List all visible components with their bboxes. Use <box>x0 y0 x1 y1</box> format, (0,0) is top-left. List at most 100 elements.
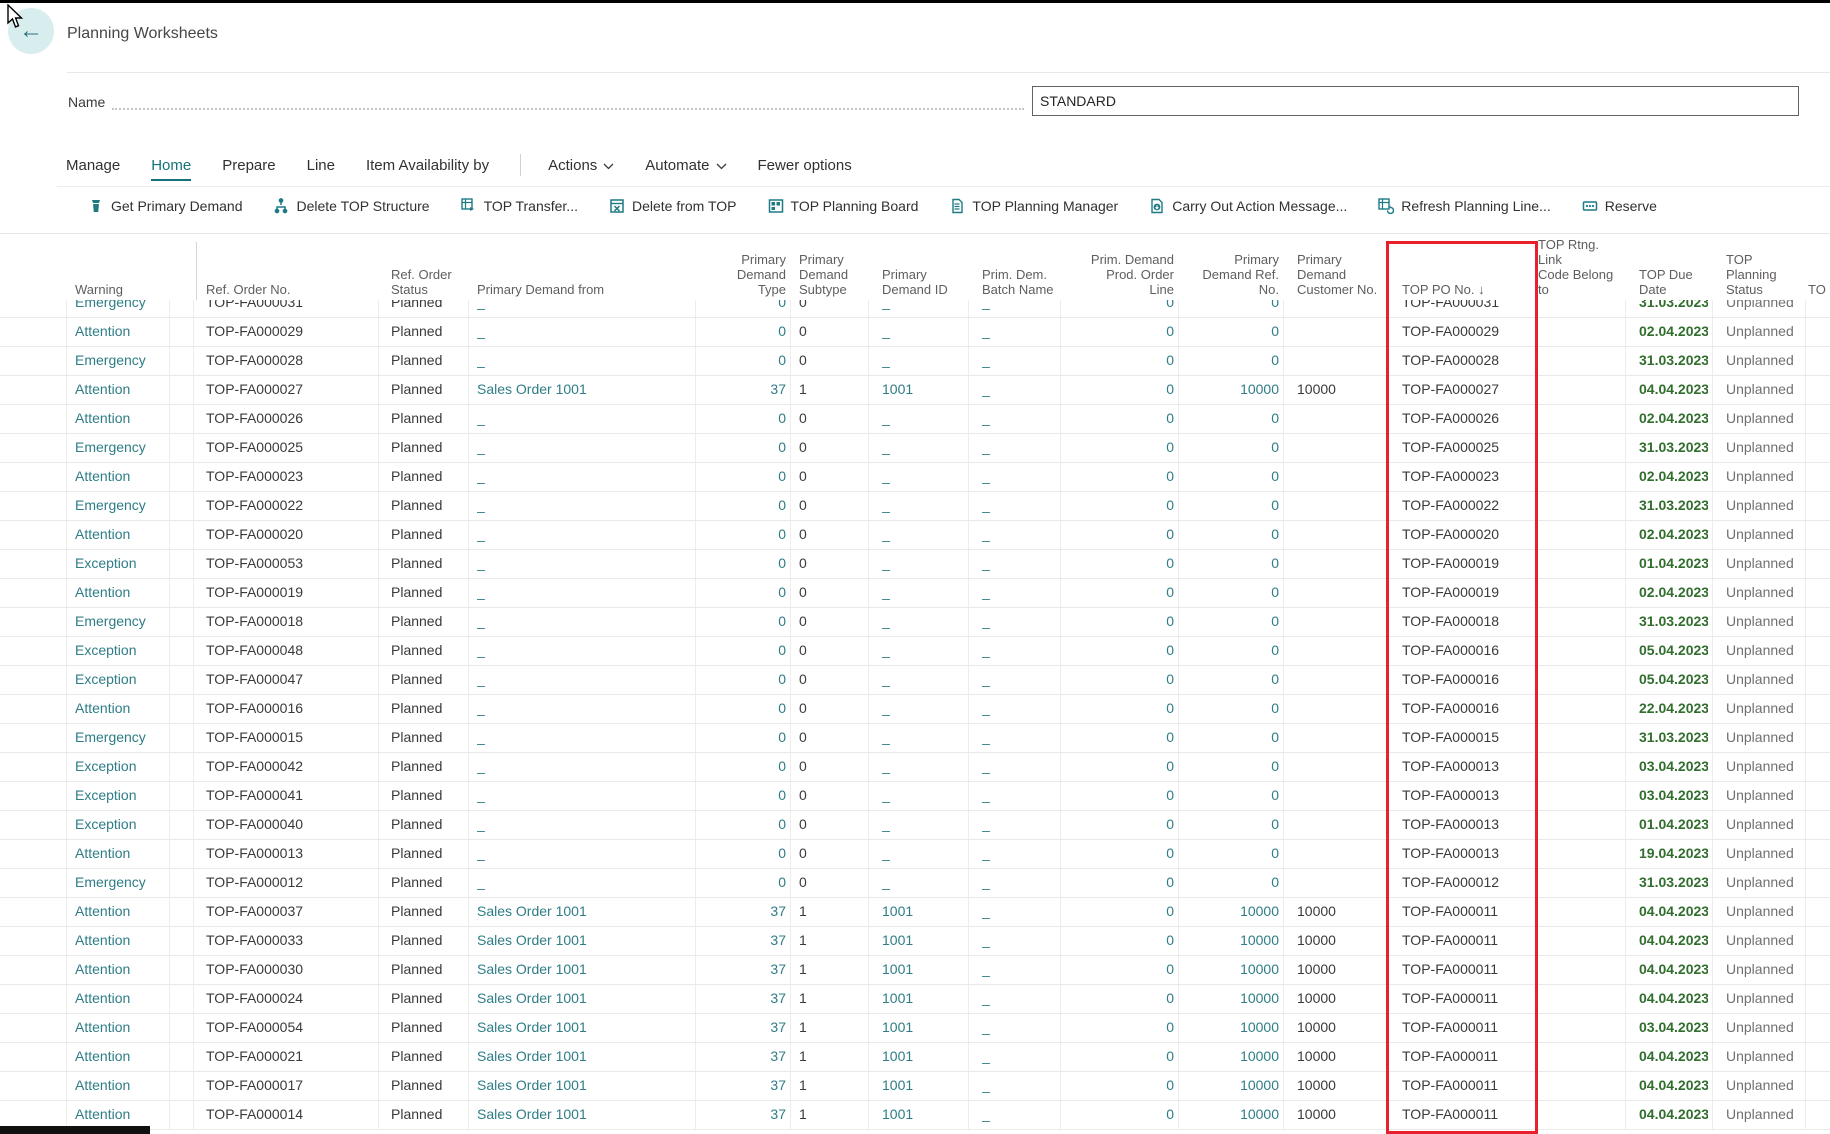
cell-top-po-no[interactable]: TOP-FA000015 <box>1402 724 1531 751</box>
cell-primary-demand-customer-no[interactable]: 10000 <box>1297 898 1384 925</box>
cell-primary-demand-id[interactable]: _ <box>882 521 964 548</box>
cell-prim-demand-prod-order-line[interactable]: 0 <box>1072 840 1174 867</box>
cell-ref-order-no[interactable]: TOP-FA000025 <box>206 434 374 461</box>
cell-top-planning-status[interactable]: Unplanned <box>1726 300 1801 316</box>
cell-top-planning-status[interactable]: Unplanned <box>1726 927 1801 954</box>
table-row[interactable]: ExceptionTOP-FA000041Planned_00__00TOP-F… <box>0 782 1830 811</box>
cell-top-po-no[interactable]: TOP-FA000020 <box>1402 521 1531 548</box>
cell-prim-demand-prod-order-line[interactable]: 0 <box>1072 637 1174 664</box>
cell-warning[interactable]: Exception <box>75 811 165 838</box>
cell-prim-dem-batch-name[interactable]: _ <box>982 1130 1056 1134</box>
cell-ref-order-no[interactable]: TOP-FA000013 <box>206 840 374 867</box>
column-header-top-due-date[interactable]: TOP Due Date <box>1639 267 1708 297</box>
cell-primary-demand-from[interactable]: Sales Order 1001 <box>477 1043 691 1070</box>
cell-primary-demand-ref-no[interactable]: 10000 <box>1190 1101 1279 1128</box>
column-header-primary-demand-subtype[interactable]: Primary Demand Subtype <box>799 252 864 297</box>
cell-ref-order-no[interactable]: TOP-FA000041 <box>206 782 374 809</box>
cell-warning[interactable]: Emergency <box>75 492 165 519</box>
cell-top-po-no[interactable]: TOP-FA000011 <box>1402 985 1531 1012</box>
name-input[interactable] <box>1032 86 1799 116</box>
cell-primary-demand-customer-no[interactable]: 10000 <box>1297 927 1384 954</box>
cell-prim-dem-batch-name[interactable]: _ <box>982 405 1056 432</box>
cell-top-po-no[interactable]: TOP-FA000031 <box>1402 300 1531 316</box>
cell-prim-demand-prod-order-line[interactable]: 0 <box>1072 1043 1174 1070</box>
menu-tab-item-availability-by[interactable]: Item Availability by <box>366 157 489 174</box>
cell-primary-demand-customer-no[interactable]: 10000 <box>1297 1014 1384 1041</box>
cell-top-po-no[interactable]: TOP-FA000013 <box>1402 782 1531 809</box>
cell-prim-demand-prod-order-line[interactable]: 0 <box>1072 666 1174 693</box>
cell-primary-demand-customer-no[interactable]: 10000 <box>1297 985 1384 1012</box>
cell-primary-demand-from[interactable]: Sales Order 1001 <box>477 927 691 954</box>
cell-ref-order-status[interactable]: Planned <box>391 840 464 867</box>
cell-primary-demand-type[interactable]: 0 <box>707 434 786 461</box>
table-row[interactable]: AttentionTOP-FA000013Planned_00__00TOP-F… <box>0 840 1830 869</box>
cell-top-due-date[interactable]: 02.04.2023 <box>1639 405 1708 432</box>
cell-primary-demand-subtype[interactable]: 1 <box>799 985 864 1012</box>
cell-primary-demand-type[interactable]: 0 <box>707 840 786 867</box>
cell-primary-demand-ref-no[interactable]: 0 <box>1190 347 1279 374</box>
cell-warning[interactable]: Attention <box>75 956 165 983</box>
cell-primary-demand-subtype[interactable]: 0 <box>799 550 864 577</box>
cell-warning[interactable]: Emergency <box>75 869 165 896</box>
cell-top-planning-status[interactable]: Unplanned <box>1726 376 1801 403</box>
cell-warning[interactable]: Exception <box>75 637 165 664</box>
cell-ref-order-status[interactable]: Planned <box>391 1043 464 1070</box>
cell-ref-order-no[interactable]: TOP-FA000024 <box>206 985 374 1012</box>
cell-warning[interactable]: Attention <box>75 521 165 548</box>
cell-primary-demand-subtype[interactable]: 1 <box>799 1101 864 1128</box>
cell-primary-demand-ref-no[interactable]: 0 <box>1190 300 1279 316</box>
cell-top-planning-status[interactable]: Unplanned <box>1726 724 1801 751</box>
cell-primary-demand-from[interactable]: Sales Order 1001 <box>477 376 691 403</box>
cell-top-planning-status[interactable]: Unplanned <box>1726 985 1801 1012</box>
cell-prim-dem-batch-name[interactable]: _ <box>982 521 1056 548</box>
cell-top-planning-status[interactable]: Unplanned <box>1726 753 1801 780</box>
cell-primary-demand-customer-no[interactable]: 10000 <box>1297 1072 1384 1099</box>
cell-primary-demand-from[interactable]: _ <box>477 869 691 896</box>
cell-ref-order-no[interactable]: TOP-FA000014 <box>206 1101 374 1128</box>
cell-top-due-date[interactable]: 03.04.2023 <box>1639 782 1708 809</box>
cell-top-po-no[interactable]: TOP-FA000028 <box>1402 347 1531 374</box>
toolbar-button-get-primary-demand[interactable]: Get Primary Demand <box>88 198 242 214</box>
cell-primary-demand-id[interactable]: 1001 <box>882 927 964 954</box>
cell-primary-demand-subtype[interactable]: 0 <box>799 637 864 664</box>
cell-top-po-no[interactable]: TOP-FA000011 <box>1402 1072 1531 1099</box>
toolbar-button-top-planning-manager[interactable]: TOP Planning Manager <box>949 198 1118 214</box>
table-row[interactable]: EmergencyTOP-FA000025Planned_00__00TOP-F… <box>0 434 1830 463</box>
cell-top-planning-status[interactable]: Unplanned <box>1726 463 1801 490</box>
cell-ref-order-status[interactable]: Planned <box>391 637 464 664</box>
column-header-primary-demand-customer-no[interactable]: Primary Demand Customer No. <box>1297 252 1384 297</box>
cell-primary-demand-id[interactable]: 1001 <box>882 898 964 925</box>
cell-primary-demand-from[interactable]: _ <box>477 579 691 606</box>
cell-primary-demand-from[interactable]: Sales Order 1001 <box>477 1072 691 1099</box>
cell-primary-demand-id[interactable]: 1001 <box>882 1072 964 1099</box>
cell-prim-demand-prod-order-line[interactable]: 0 <box>1072 492 1174 519</box>
cell-prim-dem-batch-name[interactable]: _ <box>982 608 1056 635</box>
cell-primary-demand-from[interactable]: _ <box>477 782 691 809</box>
cell-ref-order-no[interactable]: TOP-FA000040 <box>206 811 374 838</box>
table-row[interactable]: AttentionTOP-FA000033PlannedSales Order … <box>0 927 1830 956</box>
cell-warning[interactable]: Emergency <box>75 347 165 374</box>
cell-top-planning-status[interactable]: Unplanned <box>1726 666 1801 693</box>
cell-top-po-no[interactable]: TOP-FA000013 <box>1402 753 1531 780</box>
cell-primary-demand-type[interactable]: 0 <box>707 608 786 635</box>
cell-warning[interactable]: Attention <box>75 1043 165 1070</box>
cell-primary-demand-id[interactable]: 1001 <box>882 1043 964 1070</box>
table-row[interactable]: AttentionTOP-FA000020Planned_00__00TOP-F… <box>0 521 1830 550</box>
cell-top-po-no[interactable]: TOP-FA000011 <box>1402 927 1531 954</box>
cell-prim-demand-prod-order-line[interactable]: 0 <box>1072 608 1174 635</box>
cell-primary-demand-type[interactable]: 37 <box>707 1101 786 1128</box>
cell-top-planning-status[interactable]: Unplanned <box>1726 1072 1801 1099</box>
cell-top-planning-status[interactable]: Unplanned <box>1726 782 1801 809</box>
cell-prim-dem-batch-name[interactable]: _ <box>982 376 1056 403</box>
cell-ref-order-no[interactable]: TOP-FA000027 <box>206 376 374 403</box>
cell-warning[interactable]: Emergency <box>75 608 165 635</box>
column-header-top-last[interactable]: TO <box>1808 282 1826 297</box>
cell-primary-demand-ref-no[interactable]: 0 <box>1190 550 1279 577</box>
cell-prim-dem-batch-name[interactable]: _ <box>982 579 1056 606</box>
cell-ref-order-status[interactable]: Planned <box>391 579 464 606</box>
cell-primary-demand-type[interactable]: 37 <box>707 1043 786 1070</box>
cell-top-planning-status[interactable]: Unplanned <box>1726 434 1801 461</box>
cell-primary-demand-from[interactable]: _ <box>477 666 691 693</box>
cell-top-due-date[interactable]: 19.04.2023 <box>1639 840 1708 867</box>
cell-ref-order-no[interactable]: TOP-FA000020 <box>206 521 374 548</box>
